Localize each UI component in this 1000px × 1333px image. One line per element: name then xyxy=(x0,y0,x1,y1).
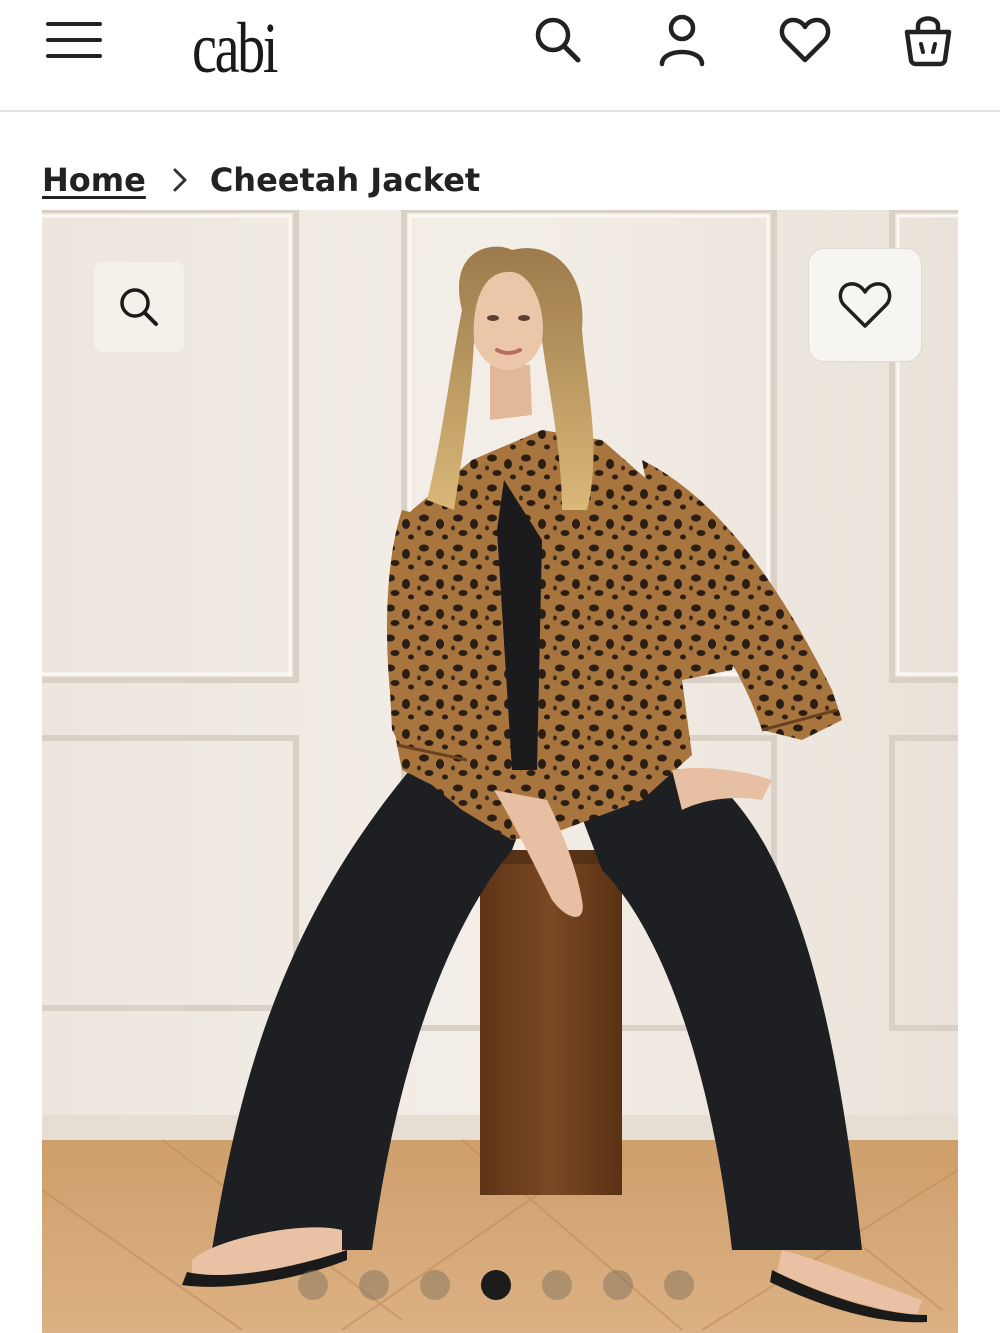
heart-icon-graphic xyxy=(779,17,831,63)
zoom-icon-graphic xyxy=(120,288,158,326)
product-photo xyxy=(42,210,958,1333)
menu-bar xyxy=(46,22,102,26)
user-icon-graphic xyxy=(659,14,705,67)
breadcrumb-current: Cheetah Jacket xyxy=(209,161,481,199)
menu-bar xyxy=(46,38,102,42)
carousel-dot[interactable] xyxy=(664,1270,694,1300)
wishlist-heart-icon[interactable] xyxy=(777,10,833,70)
bag-icon-graphic xyxy=(904,16,952,67)
shopping-bag-icon[interactable] xyxy=(900,10,956,70)
carousel-dot[interactable] xyxy=(420,1270,450,1300)
chevron-right-icon xyxy=(172,167,188,193)
brand-logo[interactable]: cabi xyxy=(192,0,279,96)
search-icon[interactable] xyxy=(530,10,586,70)
user-icon[interactable] xyxy=(654,10,710,70)
carousel-pagination xyxy=(298,1270,694,1300)
carousel-dot[interactable] xyxy=(298,1270,328,1300)
breadcrumb-home-link[interactable]: Home xyxy=(42,161,146,199)
carousel-dot[interactable] xyxy=(603,1270,633,1300)
carousel-dot[interactable] xyxy=(481,1270,511,1300)
hamburger-menu-icon[interactable] xyxy=(44,18,104,62)
site-header: cabi xyxy=(0,0,1000,112)
breadcrumb: Home Cheetah Jacket xyxy=(42,160,480,200)
carousel-dot[interactable] xyxy=(359,1270,389,1300)
add-to-wishlist-button[interactable] xyxy=(808,248,922,362)
zoom-search-icon[interactable] xyxy=(94,262,184,352)
carousel-dot[interactable] xyxy=(542,1270,572,1300)
product-image-gallery[interactable] xyxy=(42,210,958,1333)
heart-icon xyxy=(838,282,892,328)
menu-bar xyxy=(46,54,102,58)
search-icon-graphic xyxy=(535,17,581,63)
